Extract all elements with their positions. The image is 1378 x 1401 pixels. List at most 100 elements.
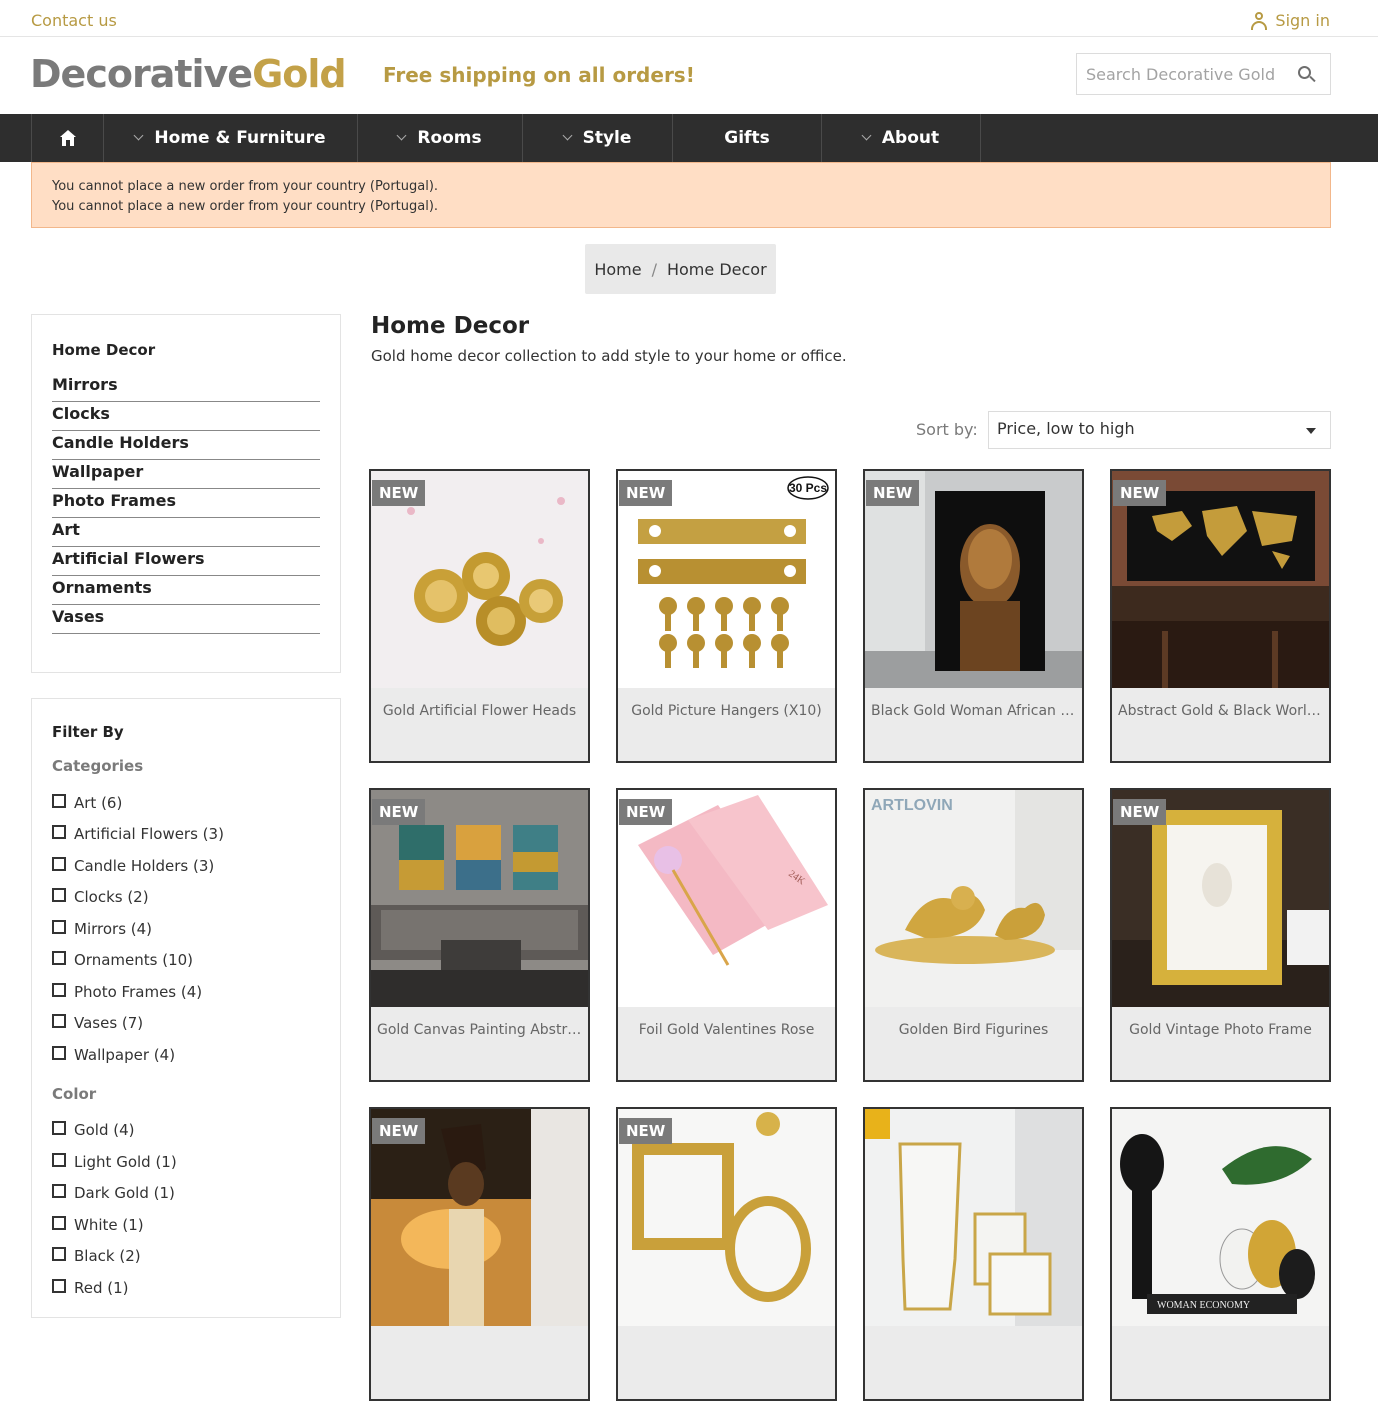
category-link[interactable]: Wallpaper [52,460,320,489]
product-card[interactable]: NEW Gold Artificial Flower Heads [369,469,590,763]
product-name[interactable] [1112,1326,1329,1399]
facet-option[interactable]: Ornaments (10) [52,945,320,977]
new-badge: NEW [372,799,426,825]
category-link[interactable]: Photo Frames [52,489,320,518]
product-name[interactable]: Gold Canvas Painting Abstract [371,1007,588,1080]
product-card[interactable]: NEW [369,1107,590,1401]
product-name[interactable] [618,1326,835,1399]
facet-option[interactable]: Red (1) [52,1272,320,1304]
checkbox[interactable] [52,1045,66,1060]
product-card[interactable]: NEW Black Gold Woman African Art [863,469,1084,763]
product-card[interactable]: ARTLOVIN Golden Bird Figurines [863,788,1084,1082]
product-name[interactable]: Gold Vintage Photo Frame [1112,1007,1329,1080]
checkbox[interactable] [52,1215,66,1230]
checkbox[interactable] [52,793,66,808]
signin-label: Sign in [1275,11,1330,30]
nav-style[interactable]: Style [523,114,673,162]
new-badge: NEW [372,1118,426,1144]
product-name[interactable] [371,1326,588,1399]
product-card[interactable]: 30 Pcs NEW Gold Picture Hangers (X10) [616,469,837,763]
breadcrumb-current[interactable]: Home Decor [667,260,767,279]
pcs-label: 30 Pcs [789,481,827,495]
nav-home[interactable] [31,114,104,162]
facet-option-label: Candle Holders (3) [74,856,215,875]
new-badge: NEW [1113,799,1167,825]
product-name[interactable]: Black Gold Woman African Art [865,688,1082,761]
facet-option[interactable]: Wallpaper (4) [52,1039,320,1071]
facet-option[interactable]: Black (2) [52,1241,320,1273]
checkbox[interactable] [52,888,66,903]
page-title: Home Decor [371,313,530,339]
category-link[interactable]: Ornaments [52,576,320,605]
signin-link[interactable]: Sign in [1251,11,1330,30]
checkbox[interactable] [52,1247,66,1262]
category-link[interactable]: Mirrors [52,373,320,402]
checkbox[interactable] [52,1121,66,1136]
facet-option-label: Wallpaper (4) [74,1045,176,1064]
facet-option[interactable]: Light Gold (1) [52,1146,320,1178]
category-link[interactable]: Vases [52,605,320,634]
checkbox[interactable] [52,825,66,840]
category-link[interactable]: Art [52,518,320,547]
facet-option[interactable]: White (1) [52,1209,320,1241]
product-name[interactable]: Foil Gold Valentines Rose [618,1007,835,1080]
nav-rooms[interactable]: Rooms [358,114,523,162]
breadcrumb-home[interactable]: Home [594,260,641,279]
facet-option[interactable]: Gold (4) [52,1115,320,1147]
contact-link[interactable]: Contact us [31,11,117,30]
facet-option[interactable]: Clocks (2) [52,882,320,914]
facet-option[interactable]: Vases (7) [52,1008,320,1040]
product-image[interactable]: ARTLOVIN [865,790,1082,1007]
filter-panel: Filter By Categories Art (6) Artificial … [31,698,341,1318]
nav-label: Style [582,128,632,148]
checkbox[interactable] [52,951,66,966]
product-card[interactable]: NEW Abstract Gold & Black World... [1110,469,1331,763]
product-name[interactable]: Gold Artificial Flower Heads [371,688,588,761]
checkbox[interactable] [52,856,66,871]
checkbox[interactable] [52,1184,66,1199]
product-card[interactable]: 24K NEW Foil Gold Valentines Rose [616,788,837,1082]
nav-home-furniture[interactable]: Home & Furniture [104,114,358,162]
facet-option-label: Artificial Flowers (3) [74,825,224,844]
category-panel-title: Home Decor [52,341,156,359]
checkbox[interactable] [52,1014,66,1029]
product-name[interactable]: Golden Bird Figurines [865,1007,1082,1080]
checkbox[interactable] [52,982,66,997]
search-icon[interactable] [1298,66,1316,84]
facet-option[interactable]: Dark Gold (1) [52,1178,320,1210]
product-card[interactable]: NEW Gold Canvas Painting Abstract [369,788,590,1082]
product-card[interactable] [863,1107,1084,1401]
category-link[interactable]: Candle Holders [52,431,320,460]
nav-about[interactable]: About [822,114,981,162]
facet-option[interactable]: Candle Holders (3) [52,850,320,882]
facet-list-categories: Art (6) Artificial Flowers (3) Candle Ho… [52,787,320,1071]
sort-label: Sort by: [916,420,978,439]
product-card[interactable]: WOMAN ECONOMY [1110,1107,1331,1401]
nav-gifts[interactable]: Gifts [673,114,822,162]
checkbox[interactable] [52,919,66,934]
facet-option[interactable]: Artificial Flowers (3) [52,819,320,851]
main-nav: Home & Furniture Rooms Style Gifts About [0,114,1378,162]
product-name[interactable]: Gold Picture Hangers (X10) [618,688,835,761]
free-shipping-banner: Free shipping on all orders! [383,63,695,87]
product-name[interactable] [865,1326,1082,1399]
product-name[interactable]: Abstract Gold & Black World... [1112,688,1329,761]
search-input[interactable] [1077,54,1282,94]
product-image[interactable] [865,1109,1082,1326]
site-logo[interactable]: DecorativeGold [30,52,347,96]
checkbox[interactable] [52,1278,66,1293]
facet-option[interactable]: Art (6) [52,787,320,819]
chevron-down-icon [133,130,144,140]
product-card[interactable]: NEW [616,1107,837,1401]
category-link[interactable]: Clocks [52,402,320,431]
facet-option[interactable]: Photo Frames (4) [52,976,320,1008]
facet-option[interactable]: Mirrors (4) [52,913,320,945]
facet-option-label: Vases (7) [74,1014,144,1033]
product-image[interactable]: WOMAN ECONOMY [1112,1109,1329,1326]
chevron-down-icon [562,130,573,140]
product-card[interactable]: NEW Gold Vintage Photo Frame [1110,788,1331,1082]
alert-line: You cannot place a new order from your c… [52,199,439,214]
sort-select[interactable]: Price, low to high [988,411,1331,449]
checkbox[interactable] [52,1152,66,1167]
category-link[interactable]: Artificial Flowers [52,547,320,576]
